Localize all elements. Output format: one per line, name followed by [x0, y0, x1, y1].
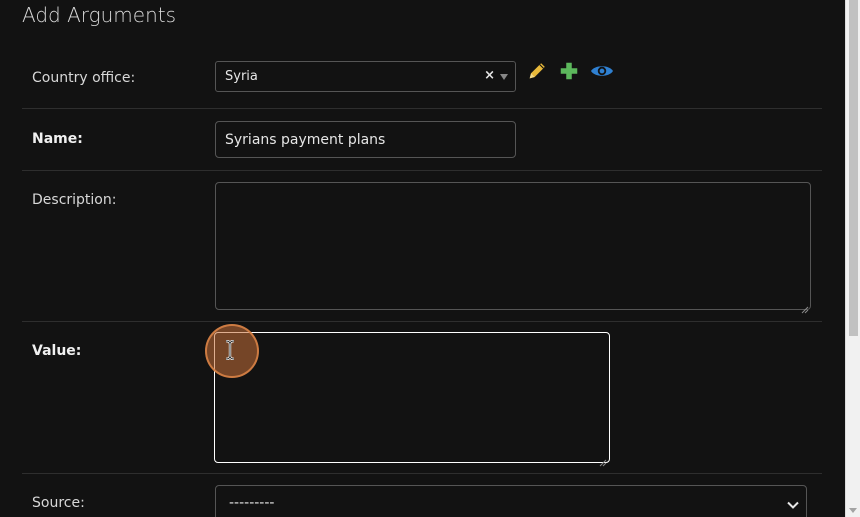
row-divider: [22, 321, 822, 322]
text-cursor-icon: [224, 339, 236, 361]
country-office-select[interactable]: Syria ×: [215, 61, 516, 92]
scrollbar-thumb[interactable]: [849, 0, 858, 336]
plus-icon[interactable]: [558, 60, 582, 84]
value-label: Value:: [32, 343, 82, 359]
description-textarea[interactable]: [215, 182, 811, 310]
clear-selection-icon[interactable]: ×: [484, 68, 495, 83]
name-input[interactable]: [215, 121, 516, 158]
scroll-down-arrow-icon[interactable]: [849, 508, 857, 513]
source-label: Source:: [32, 495, 85, 511]
source-selected-value: ---------: [229, 495, 275, 511]
value-textarea[interactable]: [214, 332, 610, 463]
page: Add Arguments Country office: Syria × Na…: [0, 0, 860, 517]
row-divider: [22, 473, 822, 474]
row-divider: [22, 108, 822, 109]
resize-grip-icon[interactable]: [599, 452, 607, 467]
resize-grip-icon[interactable]: [801, 299, 809, 314]
chevron-down-icon[interactable]: [786, 497, 800, 511]
page-title: Add Arguments: [22, 3, 177, 27]
pencil-icon[interactable]: [526, 60, 550, 84]
eye-icon[interactable]: [590, 60, 614, 84]
country-office-label: Country office:: [32, 70, 136, 86]
name-label: Name:: [32, 131, 83, 147]
country-office-selected-value: Syria: [225, 69, 258, 84]
source-select[interactable]: ---------: [215, 485, 807, 517]
row-divider: [22, 170, 822, 171]
vertical-scrollbar[interactable]: [845, 0, 860, 517]
description-label: Description:: [32, 192, 117, 208]
chevron-down-icon[interactable]: [500, 74, 508, 80]
